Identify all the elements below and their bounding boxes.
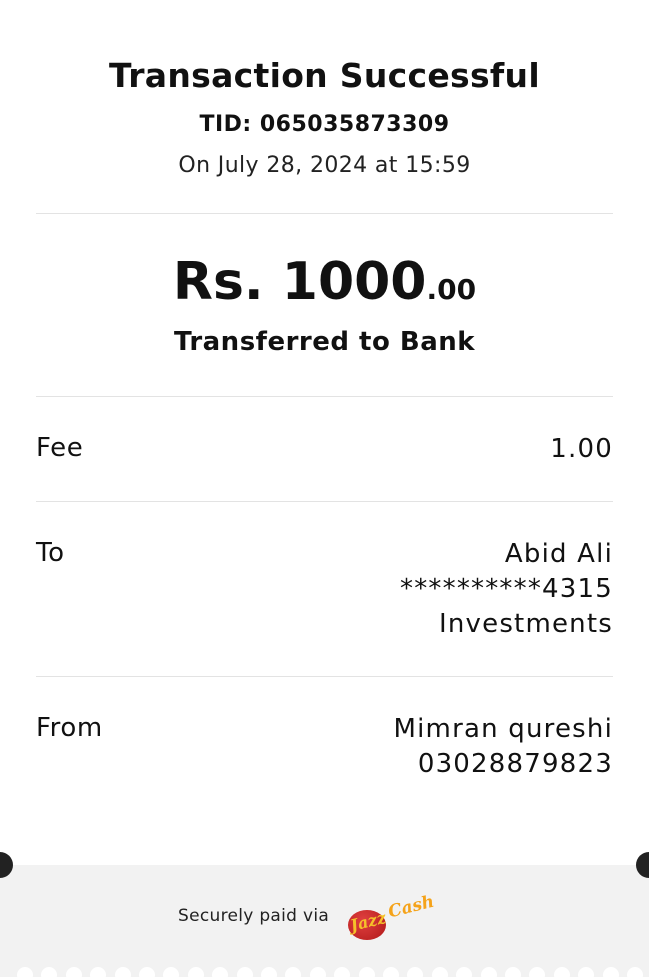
jazzcash-logo: Jazz Cash (346, 892, 436, 941)
divider (36, 396, 613, 397)
scallop-dot (602, 967, 619, 977)
scallop-dot (431, 967, 448, 977)
divider (36, 676, 613, 677)
scallop-dot (456, 967, 473, 977)
scallop-dot (285, 967, 302, 977)
scallop-dot (90, 967, 107, 977)
scallop-dot (139, 967, 155, 977)
amount: Rs. 1000.00 (0, 252, 649, 312)
from-label: From (36, 713, 103, 743)
scallop-dot (236, 967, 253, 977)
from-value: Mimran qureshi 03028879823 (394, 712, 614, 782)
transaction-date: On July 28, 2024 at 15:59 (178, 153, 471, 178)
secure-text: Securely paid via (178, 906, 330, 926)
amount-main: Rs. 1000 (172, 252, 427, 312)
page-title: Transaction Successful (109, 56, 540, 95)
sender-number: 03028879823 (417, 749, 613, 779)
divider (36, 213, 613, 214)
transfer-type: Transferred to Bank (173, 327, 476, 357)
sender-name: Mimran qureshi (393, 714, 613, 744)
scallop-dot (17, 967, 33, 977)
scallop-dot (212, 967, 229, 977)
scallop-dot (553, 967, 570, 977)
divider (36, 501, 613, 502)
scallop-dot (480, 967, 497, 977)
to-label: To (36, 538, 65, 568)
scallop-dot (114, 967, 131, 977)
scallop-dot (505, 967, 521, 977)
scallop-dot (529, 967, 546, 977)
scalloped-edge (0, 967, 649, 977)
fee-value: 1.00 (550, 434, 613, 464)
scallop-dot (358, 967, 375, 977)
fee-label: Fee (36, 433, 84, 463)
scallop-dot (187, 967, 204, 977)
recipient-bank: Investments (438, 609, 613, 639)
scallop-dot (407, 967, 424, 977)
scallop-dot (334, 967, 351, 977)
scallop-dot (627, 967, 643, 977)
transaction-id: TID: 065035873309 (199, 112, 450, 137)
to-value: Abid Ali **********4315 Investments (400, 537, 613, 642)
scallop-dot (261, 967, 277, 977)
receipt-card: Transaction Successful TID: 065035873309… (0, 0, 649, 865)
scallop-dot (41, 967, 58, 977)
scallop-dot (383, 967, 399, 977)
recipient-account: **********4315 (400, 574, 613, 604)
amount-decimal: .00 (426, 273, 477, 306)
scallop-dot (65, 967, 82, 977)
logo-cash-text: Cash (386, 891, 437, 923)
scallop-dot (309, 967, 326, 977)
scallop-dot (578, 967, 595, 977)
recipient-name: Abid Ali (504, 539, 613, 569)
scallop-dot (163, 967, 180, 977)
